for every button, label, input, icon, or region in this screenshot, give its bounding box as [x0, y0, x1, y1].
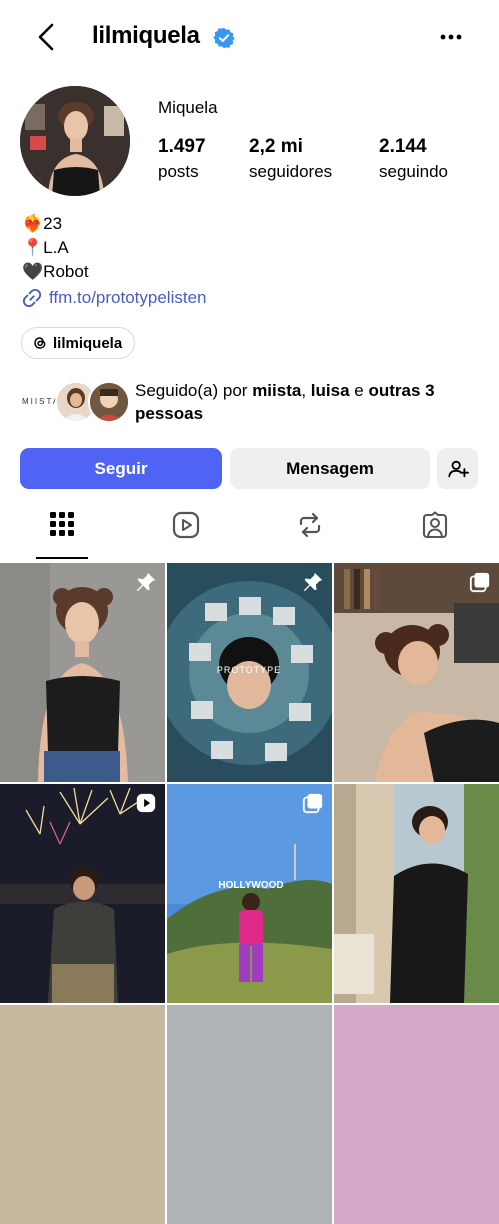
grid-post-3[interactable]	[334, 563, 499, 782]
tagged-person-icon	[422, 511, 448, 539]
tab-tagged[interactable]	[385, 511, 485, 557]
post-thumbnail	[0, 563, 165, 782]
heart-on-fire-emoji: ❤️‍🔥	[22, 214, 44, 233]
following-label: seguindo	[379, 162, 449, 181]
suggest-people-button[interactable]	[437, 448, 478, 489]
followed-by-conjunction: e	[349, 381, 369, 400]
follower-name-miista: miista	[252, 381, 302, 400]
post-thumbnail: PROTOTYPE	[167, 563, 332, 782]
threads-handle: lilmiquela	[53, 334, 123, 352]
following-count: 2.144	[379, 136, 427, 157]
profile-username: lilmiquela	[92, 22, 200, 49]
posts-count: 1.497	[158, 136, 206, 157]
grid-icon	[50, 512, 74, 536]
avatar-photo	[20, 86, 130, 196]
bio-line-age: ❤️‍🔥23	[22, 212, 62, 236]
more-options-icon[interactable]	[438, 26, 464, 48]
bio-location-text: L.A	[43, 238, 69, 257]
post-thumbnail: HOLLYWOOD	[167, 784, 332, 1003]
threads-icon	[34, 337, 46, 349]
grid-post-4[interactable]	[0, 784, 165, 1003]
grid-post-1[interactable]	[0, 563, 165, 782]
grid-post-8[interactable]	[167, 1005, 332, 1224]
pinned-icon	[303, 572, 323, 592]
followed-by-text[interactable]: Seguido(a) por miista, luisa e outras 3 …	[135, 379, 475, 425]
bio-link[interactable]: ffm.to/prototypelisten	[22, 288, 207, 308]
message-button[interactable]: Mensagem	[230, 448, 430, 489]
bio-line-robot: 🖤Robot	[22, 260, 89, 284]
add-person-icon	[447, 460, 469, 477]
display-name: Miquela	[158, 98, 218, 117]
black-heart-emoji: 🖤	[22, 262, 44, 281]
bio-robot-text: Robot	[43, 262, 89, 281]
followers-label: seguidores	[249, 162, 333, 181]
posts-label: posts	[158, 162, 199, 181]
carousel-icon	[302, 793, 323, 814]
following-stat[interactable]: 2.144 seguindo	[379, 136, 448, 182]
tab-posts-grid[interactable]	[12, 511, 112, 557]
followers-count: 2,2 mi	[249, 136, 303, 157]
follower-name-luisa: luisa	[310, 381, 350, 400]
active-tab-indicator	[36, 557, 88, 559]
pinned-icon	[136, 572, 156, 592]
followed-by-separator: ,	[301, 381, 311, 400]
threads-badge[interactable]: lilmiquela	[21, 327, 136, 359]
grid-post-5[interactable]: HOLLYWOOD	[167, 784, 332, 1003]
grid-post-2[interactable]: PROTOTYPE	[167, 563, 332, 782]
follower-avatar-other	[88, 381, 130, 423]
post-thumbnail	[334, 563, 499, 782]
repost-icon	[299, 512, 321, 538]
link-icon	[22, 288, 42, 308]
bio-age-text: 23	[43, 214, 63, 233]
follow-button[interactable]: Seguir	[20, 448, 222, 489]
hollywood-label: HOLLYWOOD	[218, 880, 283, 891]
followers-stat[interactable]: 2,2 mi seguidores	[249, 136, 332, 182]
grid-post-9[interactable]	[334, 1005, 499, 1224]
profile-avatar[interactable]	[20, 86, 130, 196]
post-thumbnail	[334, 784, 499, 1003]
bio-line-location: 📍L.A	[22, 236, 69, 260]
post-thumbnail	[0, 784, 165, 1003]
carousel-icon	[469, 572, 490, 593]
back-arrow-icon[interactable]	[30, 20, 64, 54]
grid-post-6[interactable]	[334, 784, 499, 1003]
reels-icon	[172, 511, 200, 539]
grid-post-7[interactable]	[0, 1005, 165, 1224]
tab-reposts[interactable]	[260, 511, 360, 557]
posts-stat[interactable]: 1.497 posts	[158, 136, 206, 182]
bio-link-text: ffm.to/prototypelisten	[49, 288, 207, 307]
tab-reels[interactable]	[136, 511, 236, 557]
followed-by-prefix: Seguido(a) por	[135, 381, 253, 400]
video-icon	[136, 793, 156, 813]
pin-emoji: 📍	[22, 238, 44, 257]
prototype-label: PROTOTYPE	[217, 665, 281, 675]
verified-badge-icon	[213, 27, 235, 49]
